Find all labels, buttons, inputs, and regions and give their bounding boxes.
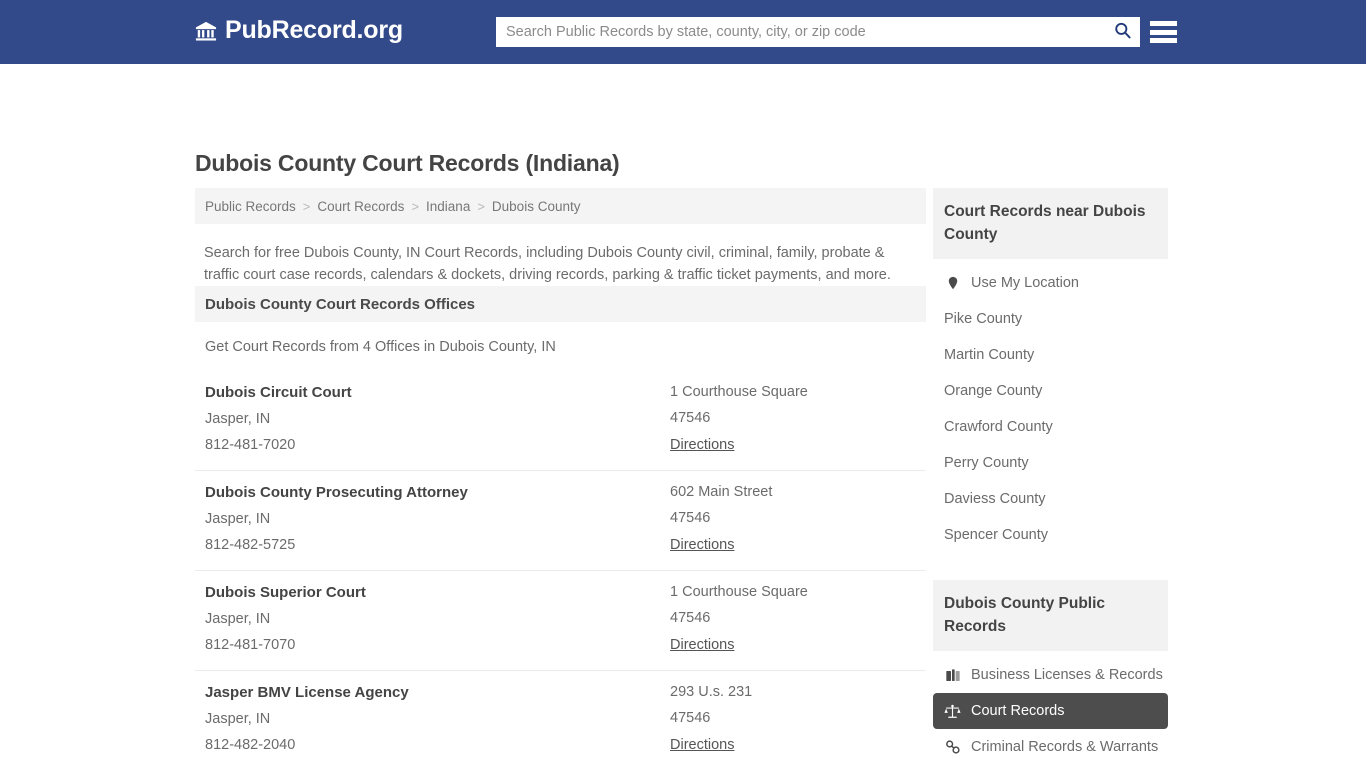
office-street: 1 Courthouse Square	[670, 384, 808, 400]
office-address: 293 U.s. 231 47546 Directions	[670, 684, 916, 754]
office-zip: 47546	[670, 710, 711, 726]
office-city-state: Jasper, IN	[205, 511, 271, 527]
office-details: Jasper BMV License Agency Jasper, IN 812…	[205, 684, 670, 754]
office-phone: 812-481-7070	[205, 637, 296, 653]
office-phone: 812-481-7020	[205, 437, 296, 453]
sidebar-item-court-records[interactable]: Court Records	[933, 693, 1168, 729]
hamburger-bar	[1150, 29, 1177, 35]
sidebar-item-business-licenses[interactable]: Business Licenses & Records	[933, 657, 1168, 693]
sidebar-item-label: Business Licenses & Records	[971, 667, 1163, 683]
sidebar-divider	[933, 553, 1168, 565]
office-address: 602 Main Street 47546 Directions	[670, 484, 916, 554]
sidebar-item-label: Spencer County	[944, 527, 1048, 543]
table-row: Dubois County Prosecuting Attorney Jaspe…	[195, 471, 926, 571]
office-phone: 812-482-2040	[205, 737, 296, 753]
office-city-state: Jasper, IN	[205, 611, 271, 627]
office-street: 602 Main Street	[670, 484, 773, 500]
site-header: PubRecord.org	[0, 0, 1366, 64]
office-name-link[interactable]: Dubois Circuit Court	[205, 384, 670, 401]
office-name-link[interactable]: Jasper BMV License Agency	[205, 684, 670, 701]
site-logo-link[interactable]: PubRecord.org	[195, 18, 403, 43]
office-zip: 47546	[670, 510, 711, 526]
directions-link[interactable]: Directions	[670, 537, 734, 553]
directions-link[interactable]: Directions	[670, 737, 734, 753]
office-city-state: Jasper, IN	[205, 411, 271, 427]
sidebar-item-label: Orange County	[944, 383, 1043, 399]
sidebar-item-criminal-records[interactable]: Criminal Records & Warrants	[933, 729, 1168, 765]
sidebar-item-martin-county[interactable]: Martin County	[933, 337, 1168, 373]
briefcase-icon	[944, 667, 961, 684]
sidebar-heading-public-records: Dubois County Public Records	[933, 580, 1168, 651]
office-name-link[interactable]: Dubois County Prosecuting Attorney	[205, 484, 670, 501]
search-icon	[1113, 21, 1132, 43]
directions-link[interactable]: Directions	[670, 637, 734, 653]
intro-paragraph: Search for free Dubois County, IN Court …	[204, 245, 891, 283]
sidebar-item-label: Pike County	[944, 311, 1023, 327]
sidebar-item-use-my-location[interactable]: Use My Location	[933, 265, 1168, 301]
search-input[interactable]	[496, 18, 1104, 46]
office-details: Dubois Circuit Court Jasper, IN 812-481-…	[205, 384, 670, 454]
site-brand-name: PubRecord.org	[225, 16, 403, 44]
sidebar-item-pike-county[interactable]: Pike County	[933, 301, 1168, 337]
sidebar-item-orange-county[interactable]: Orange County	[933, 373, 1168, 409]
sidebar-item-label: Perry County	[944, 455, 1029, 471]
office-details: Dubois County Prosecuting Attorney Jaspe…	[205, 484, 670, 554]
office-name-link[interactable]: Dubois Superior Court	[205, 584, 670, 601]
breadcrumb-separator: >	[411, 198, 420, 214]
sidebar-item-label: Martin County	[944, 347, 1035, 363]
office-address: 1 Courthouse Square 47546 Directions	[670, 384, 916, 454]
hamburger-bar	[1150, 21, 1177, 26]
bank-columns-icon	[195, 20, 217, 42]
page-body: Dubois County Court Records (Indiana) Pu…	[0, 64, 1366, 755]
sidebar-item-crawford-county[interactable]: Crawford County	[933, 409, 1168, 445]
offices-section: Dubois County Court Records Offices Get …	[195, 286, 926, 768]
breadcrumb-separator: >	[477, 198, 485, 214]
office-street: 1 Courthouse Square	[670, 584, 808, 600]
breadcrumb-item-indiana[interactable]: Indiana	[426, 199, 470, 214]
table-row: Jasper BMV License Agency Jasper, IN 812…	[195, 671, 926, 768]
sidebar-nearby-list: Use My Location Pike County Martin Count…	[933, 259, 1168, 553]
sidebar-public-records-list: Business Licenses & Records Court Record…	[933, 651, 1168, 768]
sidebar: Court Records near Dubois County Use My …	[933, 188, 1168, 768]
breadcrumb-item-court-records[interactable]: Court Records	[317, 199, 404, 214]
sidebar-item-spencer-county[interactable]: Spencer County	[933, 517, 1168, 553]
search-button[interactable]	[1104, 17, 1140, 47]
office-phone: 812-482-5725	[205, 537, 296, 553]
directions-link[interactable]: Directions	[670, 437, 734, 453]
sidebar-item-label: Use My Location	[971, 275, 1079, 291]
office-zip: 47546	[670, 610, 711, 626]
offices-section-heading: Dubois County Court Records Offices	[195, 286, 926, 322]
scales-of-justice-icon	[944, 703, 961, 720]
breadcrumb-item-public-records[interactable]: Public Records	[205, 199, 296, 214]
office-zip: 47546	[670, 410, 711, 426]
sidebar-item-label: Court Records	[971, 703, 1065, 719]
page-title: Dubois County Court Records (Indiana)	[195, 150, 620, 176]
sidebar-item-perry-county[interactable]: Perry County	[933, 445, 1168, 481]
hamburger-bar	[1150, 38, 1177, 43]
sidebar-item-label: Criminal Records & Warrants	[971, 739, 1159, 755]
offices-section-subheading: Get Court Records from 4 Offices in Dubo…	[205, 339, 556, 355]
breadcrumb-separator: >	[302, 198, 311, 214]
office-city-state: Jasper, IN	[205, 711, 271, 727]
hamburger-menu-icon[interactable]	[1150, 19, 1177, 45]
search-bar	[496, 17, 1140, 47]
breadcrumb: Public Records > Court Records > Indiana…	[195, 188, 926, 224]
offices-list: Dubois Circuit Court Jasper, IN 812-481-…	[195, 371, 926, 768]
office-street: 293 U.s. 231	[670, 684, 753, 700]
sidebar-item-daviess-county[interactable]: Daviess County	[933, 481, 1168, 517]
sidebar-heading-nearby: Court Records near Dubois County	[933, 188, 1168, 259]
handcuffs-icon	[944, 739, 961, 756]
breadcrumb-item-dubois-county[interactable]: Dubois County	[492, 199, 581, 214]
sidebar-item-label: Crawford County	[944, 419, 1053, 435]
sidebar-item-label: Daviess County	[944, 491, 1046, 507]
main-content-column: Public Records > Court Records > Indiana…	[195, 188, 926, 768]
table-row: Dubois Circuit Court Jasper, IN 812-481-…	[195, 371, 926, 471]
table-row: Dubois Superior Court Jasper, IN 812-481…	[195, 571, 926, 671]
map-pin-icon	[944, 275, 961, 292]
office-details: Dubois Superior Court Jasper, IN 812-481…	[205, 584, 670, 654]
office-address: 1 Courthouse Square 47546 Directions	[670, 584, 916, 654]
